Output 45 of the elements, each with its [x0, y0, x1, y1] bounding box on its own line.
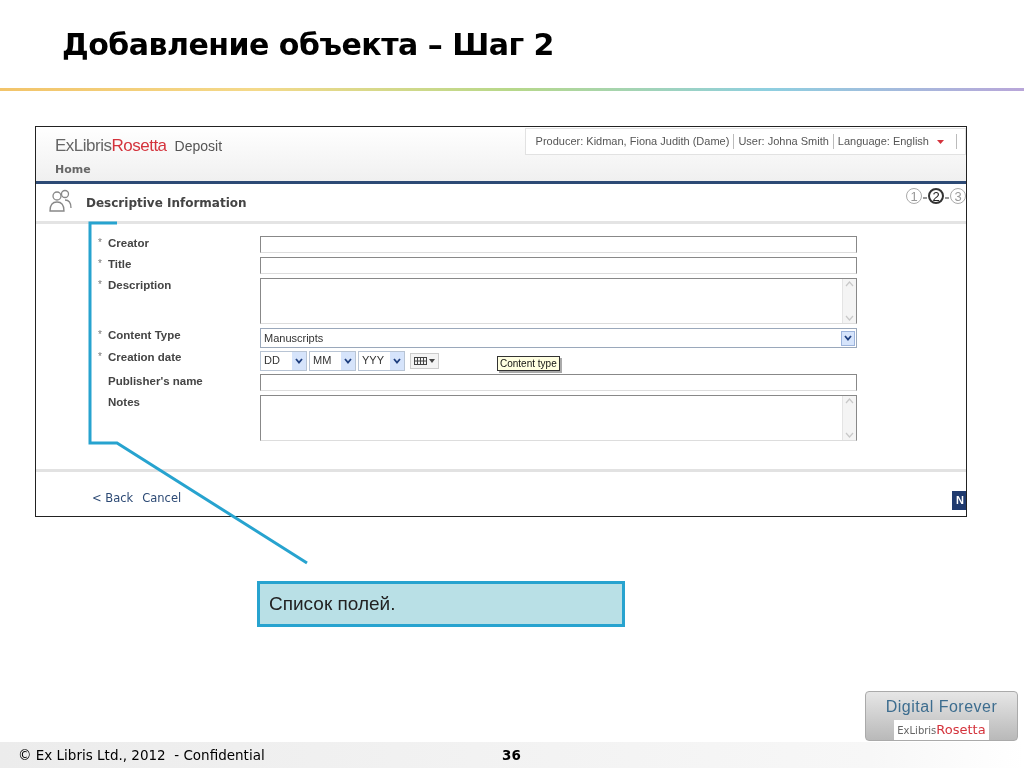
footer-link[interactable]: < Back — [92, 489, 134, 507]
date-part-select[interactable]: YYY — [358, 350, 405, 371]
field-label: Creator — [108, 236, 149, 250]
required-marker: * — [98, 236, 103, 250]
page-number: 36 — [502, 745, 521, 765]
user-info-text[interactable]: Language: English — [837, 133, 929, 150]
text-area[interactable] — [260, 278, 857, 324]
text-area[interactable] — [260, 395, 857, 441]
footer-link[interactable]: Cancel — [142, 489, 182, 507]
calendar-grid-icon — [414, 356, 427, 365]
callout-box: Список полей. — [257, 581, 625, 627]
copyright-text: © Ex Libris Ltd., 2012 - Confidential — [18, 745, 265, 765]
field-label: Title — [108, 257, 132, 271]
chevron-down-icon — [295, 357, 303, 364]
field-label: Content Type — [108, 328, 181, 342]
brand-badge: Digital Forever ExLibrisRosetta — [865, 691, 1018, 741]
slide-title: Добавление объекта – Шаг 2 — [62, 25, 554, 64]
required-marker: * — [98, 350, 103, 364]
field-label: Notes — [108, 395, 140, 409]
step-indicator: 2 — [928, 188, 944, 204]
date-part-select[interactable]: MM — [309, 350, 356, 371]
chevron-down-icon — [844, 335, 852, 341]
field-label: Publisher's name — [108, 374, 203, 388]
content-type-select[interactable]: Manuscripts — [260, 328, 857, 348]
next-button[interactable]: N — [952, 491, 966, 510]
text-field[interactable] — [260, 374, 857, 391]
user-info-text: User: Johna Smith — [738, 134, 829, 150]
text-field[interactable] — [260, 257, 857, 274]
caret-icon[interactable] — [937, 139, 944, 144]
required-marker: * — [98, 328, 103, 342]
required-marker: * — [98, 278, 103, 292]
date-part-select[interactable]: DD — [260, 350, 307, 371]
user-info-text: Producer: Kidman, Fiona Judith (Dame) — [535, 134, 730, 150]
app-logo: ExLibrisRosetta Deposit — [55, 135, 223, 157]
chevron-down-icon — [393, 357, 401, 364]
field-label: Creation date — [108, 350, 182, 364]
nav-link[interactable]: Home — [55, 162, 91, 179]
caret-icon — [429, 358, 435, 363]
tooltip: Content type — [497, 356, 560, 371]
required-marker: * — [98, 257, 103, 271]
calendar-button[interactable] — [410, 352, 439, 369]
section-title: Descriptive Information — [86, 194, 247, 212]
field-label: Description — [108, 278, 172, 292]
chevron-down-icon — [344, 357, 352, 364]
text-field[interactable] — [260, 236, 857, 253]
